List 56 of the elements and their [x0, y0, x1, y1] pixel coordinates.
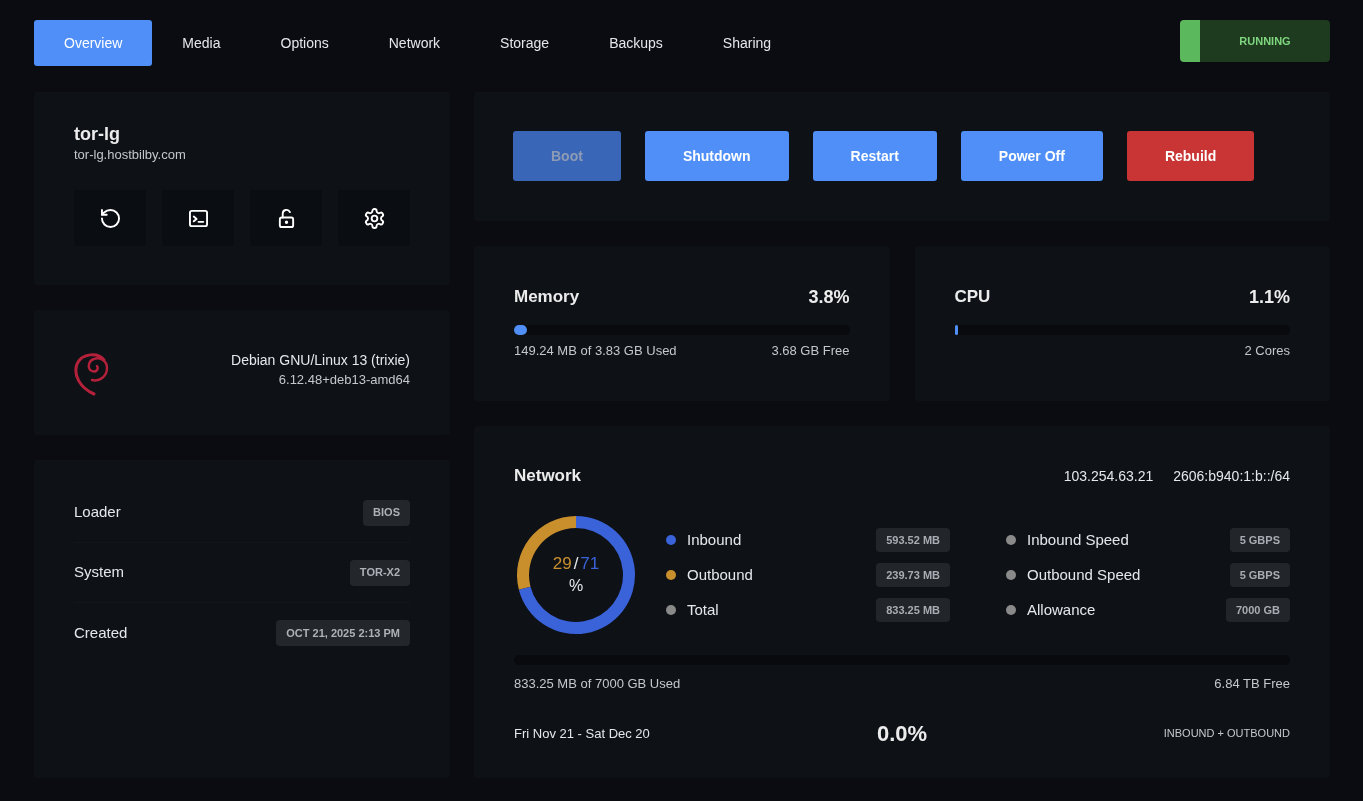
- detail-value: BIOS: [363, 499, 410, 526]
- open-padlock-icon: [276, 208, 296, 228]
- meter-reading: 1.1%: [1248, 285, 1290, 309]
- terminal-icon: [188, 208, 208, 228]
- tab[interactable]: Network: [358, 20, 471, 66]
- circular-arrow-icon: [100, 208, 120, 228]
- tab[interactable]: Storage: [470, 20, 580, 66]
- legend-label: Inbound Speed: [1027, 529, 1129, 550]
- meter-reading: 3.8%: [808, 285, 850, 309]
- usage-percent: 0.0%: [876, 720, 928, 748]
- action-button[interactable]: Rebuild: [1126, 131, 1255, 181]
- legend-label: Allowance: [1027, 599, 1096, 620]
- allowance-used: 833.25 MB of 7000 GB Used: [514, 675, 681, 693]
- console-button[interactable]: [162, 190, 234, 246]
- tab[interactable]: Sharing: [692, 20, 802, 66]
- allowance-free: 6.84 TB Free: [1214, 675, 1290, 693]
- server-name: tor-lg: [74, 123, 120, 146]
- meter-note: 149.24 MB of 3.83 GB Used: [514, 342, 677, 360]
- detail-label: System: [74, 562, 124, 583]
- meter-title: Memory: [514, 286, 580, 309]
- donut-center-label: 29/71: [552, 553, 600, 575]
- detail-label: Loader: [74, 502, 121, 523]
- legend-value: 5 GBPS: [1229, 528, 1290, 552]
- detail-label: Created: [74, 622, 128, 643]
- donut-unit: %: [568, 576, 584, 596]
- settings-icon: [364, 208, 384, 228]
- legend-value: 593.52 MB: [876, 528, 950, 552]
- meter-note: 2 Cores: [1244, 342, 1290, 360]
- detail-value: OCT 21, 2025 2:13 PM: [276, 620, 410, 646]
- legend-label: Inbound: [687, 529, 742, 550]
- meter-note: 3.68 GB Free: [771, 342, 850, 360]
- billing-period: Fri Nov 21 - Sat Dec 20: [514, 724, 650, 743]
- status-badge: RUNNING: [1180, 20, 1330, 62]
- legend-value: 239.73 MB: [876, 563, 950, 587]
- tab[interactable]: Backups: [579, 20, 693, 66]
- usage-scope: INBOUND + OUTBOUND: [1163, 726, 1290, 742]
- network-title: Network: [514, 465, 582, 488]
- legend-label: Outbound Speed: [1027, 564, 1141, 585]
- legend-value: 5 GBPS: [1229, 563, 1290, 587]
- server-hostname: tor-lg.hostbilby.com: [74, 146, 186, 164]
- legend-value: 7000 GB: [1225, 598, 1290, 622]
- legend-value: 833.25 MB: [876, 598, 950, 622]
- lock-button[interactable]: [250, 190, 322, 246]
- ip-address: 2606:b940:1:b::/64: [1173, 466, 1290, 486]
- reload-button[interactable]: [74, 190, 146, 246]
- legend-label: Total: [687, 599, 719, 620]
- meter-title: CPU: [954, 286, 991, 309]
- tab[interactable]: Media: [152, 20, 251, 66]
- ip-address: 103.254.63.21: [1063, 466, 1154, 486]
- swirl-logo-icon: [74, 350, 110, 396]
- kernel-version: 6.12.48+deb13-amd64: [278, 371, 410, 389]
- os-name: Debian GNU/Linux 13 (trixie): [231, 351, 410, 370]
- detail-value: TOR-X2: [349, 559, 410, 586]
- tab[interactable]: Options: [250, 20, 359, 66]
- legend-label: Outbound: [687, 564, 753, 585]
- settings-button[interactable]: [338, 190, 410, 246]
